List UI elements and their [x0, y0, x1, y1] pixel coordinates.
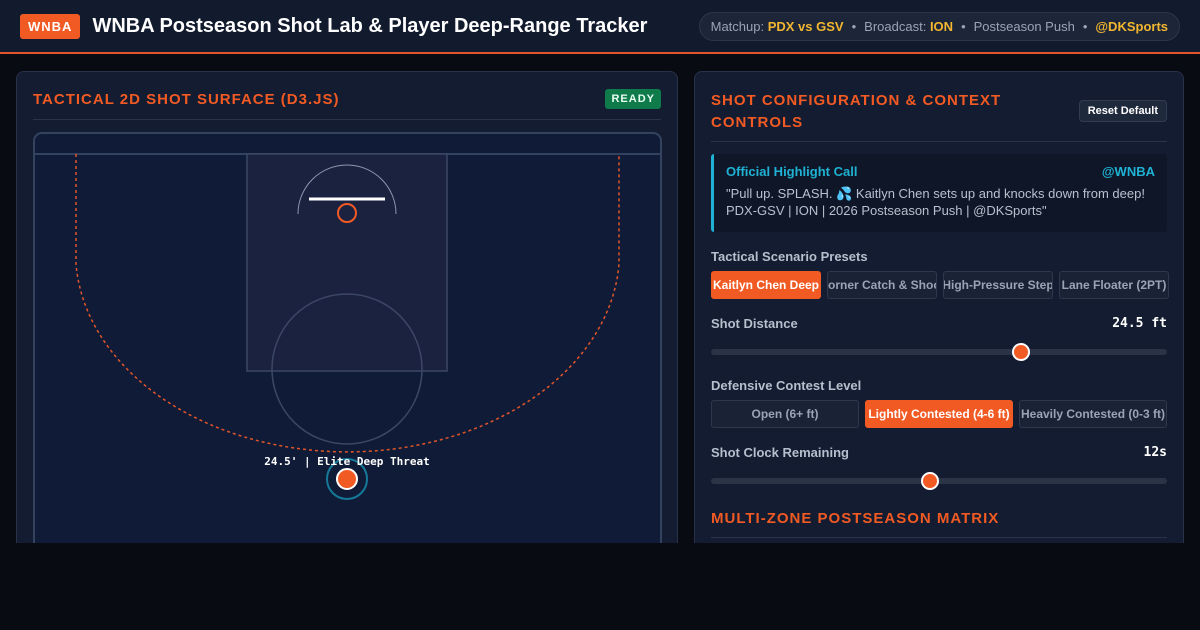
shot-distance-value: 24.5 ft	[1112, 316, 1167, 331]
config-title: SHOT CONFIGURATION & CONTEXT CONTROLS	[711, 90, 1001, 134]
highlight-handle[interactable]: @WNBA	[1102, 164, 1155, 179]
highlight-text: "Pull up. SPLASH. 💦 Kaitlyn Chen sets up…	[726, 186, 1145, 218]
highlight-title: Official Highlight Call	[726, 164, 858, 179]
defense-button-2[interactable]: Heavily Contested (0-3 ft)	[1019, 400, 1167, 428]
matchup-info-pill: Matchup: PDX vs GSV • Broadcast: ION • P…	[698, 12, 1180, 41]
defense-button-1[interactable]: Lightly Contested (4-6 ft)	[865, 400, 1013, 428]
matchup-value: PDX vs GSV	[767, 19, 844, 34]
defense-buttons: Open (6+ ft) Lightly Contested (4-6 ft) He…	[711, 400, 1167, 428]
panel-divider	[711, 537, 1167, 538]
status-badge: READY	[605, 89, 661, 109]
preset-button-0[interactable]: Kaitlyn Chen Deep	[711, 271, 821, 299]
matrix-title: MULTI-ZONE POSTSEASON MATRIX	[711, 510, 1000, 527]
shot-distance-thumb[interactable]	[1012, 343, 1031, 361]
shot-surface-title: TACTICAL 2D SHOT SURFACE (D3.JS)	[33, 91, 340, 108]
preset-button-2[interactable]: High-Pressure Step	[943, 271, 1053, 299]
shot-label: 24.5' | Elite Deep Threat	[264, 455, 430, 468]
shot-marker[interactable]	[336, 468, 358, 490]
context-label: Postseason Push	[973, 19, 1075, 34]
matchup-label: Matchup:	[710, 19, 765, 34]
page-title: WNBA Postseason Shot Lab & Player Deep-R…	[92, 14, 648, 37]
preset-button-3[interactable]: Lane Floater (2PT)	[1059, 271, 1169, 299]
shot-surface-panel: TACTICAL 2D SHOT SURFACE (D3.JS) READY 2…	[16, 71, 678, 543]
shot-distance-label: Shot Distance	[711, 316, 798, 331]
panel-divider	[33, 119, 661, 120]
court-svg: 24.5' | Elite Deep Threat	[35, 153, 660, 500]
separator-dot: •	[961, 19, 966, 34]
config-title-line1: SHOT CONFIGURATION & CONTEXT	[711, 92, 1002, 109]
defense-button-0[interactable]: Open (6+ ft)	[711, 400, 859, 428]
wnba-logo: WNBA	[20, 13, 81, 39]
preset-button-1[interactable]: Corner Catch & Shoot	[827, 271, 937, 299]
panel-divider	[711, 141, 1167, 142]
sponsor-handle: @DKSports	[1095, 19, 1168, 34]
separator-dot: •	[851, 19, 857, 34]
shot-config-panel: SHOT CONFIGURATION & CONTEXT CONTROLS Re…	[694, 71, 1184, 543]
reset-default-button[interactable]: Reset Default	[1078, 100, 1167, 122]
shot-clock-thumb[interactable]	[920, 472, 939, 490]
court-surface[interactable]: 24.5' | Elite Deep Threat	[33, 132, 662, 543]
preset-buttons: Kaitlyn Chen DeepCorner Catch & ShootHig…	[711, 271, 1169, 299]
broadcast-label: Broadcast:	[864, 19, 927, 34]
app-header: WNBA WNBA Postseason Shot Lab & Player D…	[0, 0, 1200, 54]
shot-clock-value: 12s	[1143, 445, 1167, 460]
separator-dot: •	[1082, 19, 1088, 34]
highlight-call-box: Official Highlight Call @WNBA "Pull up. …	[711, 154, 1167, 232]
broadcast-value: ION	[929, 19, 954, 34]
defense-label: Defensive Contest Level	[711, 378, 862, 393]
presets-label: Tactical Scenario Presets	[711, 249, 868, 264]
paint-area	[246, 153, 448, 372]
shot-clock-label: Shot Clock Remaining	[711, 445, 849, 460]
config-title-line2: CONTROLS	[711, 114, 804, 131]
shot-distance-slider[interactable]	[711, 343, 1167, 361]
shot-clock-slider[interactable]	[711, 472, 1167, 490]
